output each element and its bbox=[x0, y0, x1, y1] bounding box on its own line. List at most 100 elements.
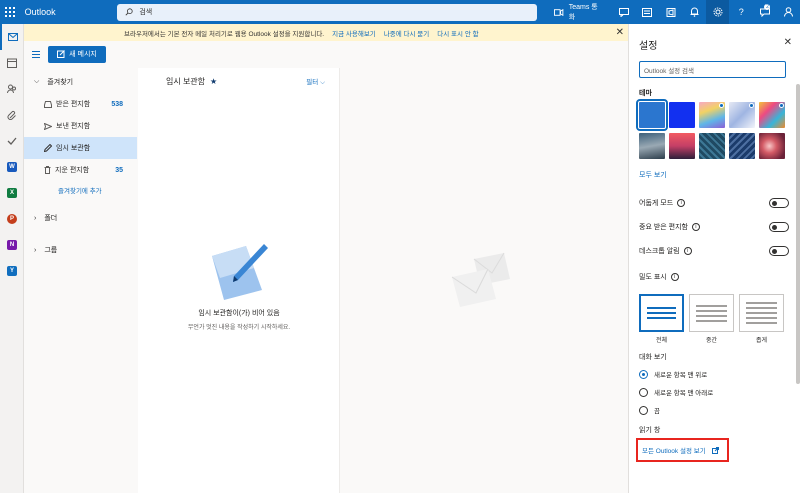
video-icon bbox=[554, 8, 564, 16]
infobar-close-icon[interactable]: ✕ bbox=[616, 27, 624, 38]
excel-app-button[interactable]: X bbox=[0, 180, 24, 206]
nav-item-deleted[interactable]: 지운 편지함 35 bbox=[24, 159, 137, 181]
info-icon[interactable]: i bbox=[683, 247, 692, 255]
powerpoint-app-button[interactable]: P bbox=[0, 206, 24, 232]
people-app-button[interactable] bbox=[0, 76, 24, 102]
nav-item-label: 받은 편지함 bbox=[56, 101, 91, 108]
view-all-settings-link[interactable]: 모든 Outlook 설정 보기 bbox=[636, 438, 729, 462]
paperclip-icon bbox=[7, 110, 16, 120]
calendar-app-button[interactable] bbox=[0, 50, 24, 76]
default-handler-infobar: 브라우저에서는 기본 전자 메일 처리기로 웹용 Outlook 설정을 지원합… bbox=[24, 24, 628, 41]
my-day-button[interactable] bbox=[612, 0, 636, 24]
favorites-section[interactable]: ⌵ 즐겨찾기 bbox=[24, 71, 137, 93]
yammer-app-button[interactable]: Y bbox=[0, 258, 24, 284]
app-title[interactable]: Outlook bbox=[25, 7, 118, 17]
calendar-icon bbox=[7, 58, 17, 68]
desktop-notifications-toggle[interactable] bbox=[769, 246, 789, 256]
dark-mode-label: 어둡게 모드 bbox=[639, 200, 674, 207]
theme-swatch-bokeh[interactable] bbox=[759, 133, 785, 159]
groups-section[interactable]: › 그룹 bbox=[24, 239, 137, 261]
unread-count: 538 bbox=[111, 100, 123, 108]
feedback-button[interactable]: 2 bbox=[753, 0, 777, 24]
nav-item-drafts[interactable]: 임시 보관함 bbox=[24, 137, 137, 159]
density-option-label: 중간 bbox=[705, 338, 718, 344]
dark-mode-row: 어둡게 모드 i bbox=[639, 192, 789, 214]
add-favorite-link[interactable]: 즐겨찾기에 추가 bbox=[24, 181, 137, 199]
megaphone-icon bbox=[666, 7, 676, 17]
radio-icon bbox=[639, 387, 648, 397]
density-label: 밀도 표시 bbox=[639, 274, 667, 281]
word-icon: W bbox=[7, 162, 17, 172]
folders-section[interactable]: › 폴더 bbox=[24, 207, 137, 229]
bell-icon bbox=[690, 7, 699, 17]
teams-call-button[interactable]: Teams 통화 bbox=[554, 2, 601, 22]
density-preview bbox=[739, 294, 784, 332]
search-input[interactable]: 검색 bbox=[117, 3, 538, 21]
theme-swatch-rainbow[interactable] bbox=[699, 102, 725, 128]
infobar-later-link[interactable]: 나중에 다시 묻기 bbox=[384, 28, 429, 38]
favorite-star-icon[interactable]: ★ bbox=[210, 77, 217, 86]
notifications-button[interactable] bbox=[682, 0, 706, 24]
density-option-compact[interactable]: 좁게 bbox=[739, 294, 784, 344]
theme-swatch-circuit[interactable] bbox=[699, 133, 725, 159]
see-all-themes-link[interactable]: 모두 보기 bbox=[639, 170, 800, 180]
mail-app-button[interactable] bbox=[0, 24, 24, 50]
new-badge-icon bbox=[779, 103, 784, 108]
dark-mode-toggle[interactable] bbox=[769, 198, 789, 208]
settings-scrollbar[interactable] bbox=[796, 84, 800, 384]
settings-button[interactable] bbox=[705, 0, 730, 24]
theme-swatch-blue[interactable] bbox=[636, 99, 668, 131]
radio-label: 끔 bbox=[654, 408, 660, 415]
word-app-button[interactable]: W bbox=[0, 154, 24, 180]
nav-item-sent[interactable]: 보낸 편지함 bbox=[24, 115, 137, 137]
conversation-option-newest-top[interactable]: 새로운 항목 맨 위로 bbox=[639, 365, 800, 383]
theme-swatch-palm[interactable] bbox=[729, 102, 755, 128]
conversation-option-newest-bottom[interactable]: 새로운 항목 맨 아래로 bbox=[639, 383, 800, 401]
settings-title: 설정 bbox=[639, 41, 658, 52]
density-option-full[interactable]: 전체 bbox=[639, 294, 684, 344]
hamburger-menu-icon[interactable] bbox=[24, 50, 48, 58]
pencil-icon bbox=[44, 144, 52, 152]
search-icon bbox=[125, 8, 133, 16]
theme-swatch-deep-blue[interactable] bbox=[669, 102, 695, 128]
word-button[interactable] bbox=[635, 0, 659, 24]
attachment-app-button[interactable] bbox=[0, 102, 24, 128]
theme-swatch-mountain[interactable] bbox=[639, 133, 665, 159]
trash-icon bbox=[44, 166, 51, 174]
new-message-label: 새 메시지 bbox=[69, 51, 97, 58]
new-message-button[interactable]: 새 메시지 bbox=[48, 45, 106, 63]
infobar-try-link[interactable]: 지금 사용해보기 bbox=[332, 28, 376, 38]
nav-item-inbox[interactable]: 받은 편지함 538 bbox=[24, 93, 137, 115]
whats-new-button[interactable] bbox=[659, 0, 683, 24]
onenote-app-button[interactable]: N bbox=[0, 232, 24, 258]
groups-label: 그룹 bbox=[44, 247, 58, 254]
people-icon bbox=[7, 84, 16, 94]
theme-swatch-waves[interactable] bbox=[729, 133, 755, 159]
todo-app-button[interactable] bbox=[0, 128, 24, 154]
filter-button[interactable]: 필터 ⌵ bbox=[306, 76, 325, 87]
info-icon[interactable]: i bbox=[677, 199, 686, 207]
empty-state-subtitle: 무언가 멋진 내용을 작성하기 시작하세요. bbox=[187, 325, 291, 331]
theme-swatch-tropical[interactable] bbox=[759, 102, 785, 128]
density-options: 전체 중간 좁게 bbox=[639, 294, 800, 344]
info-icon[interactable]: i bbox=[691, 223, 700, 231]
settings-search-input[interactable]: Outlook 설정 검색 bbox=[639, 61, 786, 78]
document-icon bbox=[642, 7, 653, 17]
infobar-never-link[interactable]: 다시 표시 안 함 bbox=[437, 28, 478, 38]
send-icon bbox=[44, 122, 52, 130]
close-icon[interactable]: ✕ bbox=[784, 37, 792, 48]
focused-inbox-toggle[interactable] bbox=[769, 222, 789, 232]
density-preview bbox=[639, 294, 684, 332]
theme-swatch-sunset[interactable] bbox=[669, 133, 695, 159]
info-icon[interactable]: i bbox=[670, 273, 679, 281]
density-option-medium[interactable]: 중간 bbox=[689, 294, 734, 344]
chevron-down-icon: ⌵ bbox=[34, 78, 40, 85]
app-launcher-button[interactable] bbox=[0, 0, 21, 24]
empty-drafts-illustration bbox=[212, 244, 268, 300]
empty-state-title: 임시 보관함이(가) 비어 있음 bbox=[198, 310, 280, 317]
conversation-option-off[interactable]: 끔 bbox=[639, 401, 800, 419]
help-button[interactable]: ? bbox=[729, 0, 753, 24]
account-button[interactable] bbox=[776, 0, 800, 24]
chat-icon bbox=[618, 7, 629, 17]
focused-inbox-row: 중요 받은 편지함 i bbox=[639, 216, 789, 238]
